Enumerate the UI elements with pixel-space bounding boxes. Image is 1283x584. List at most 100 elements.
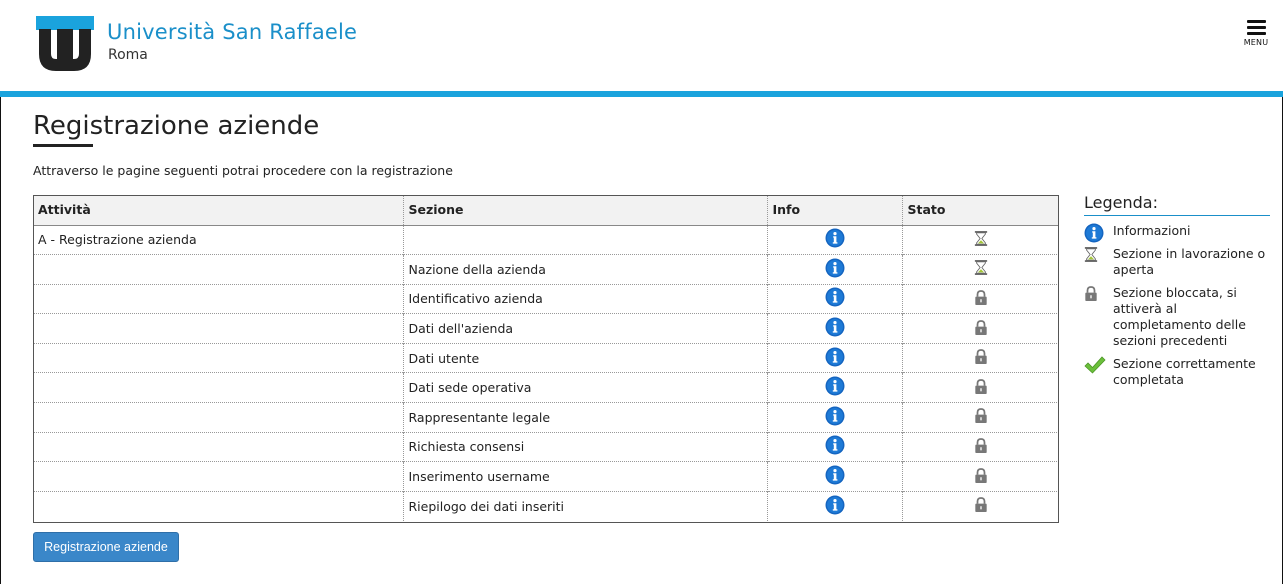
cell-stato xyxy=(901,461,1059,492)
cell-sezione: Rappresentante legale xyxy=(402,402,767,433)
info-icon[interactable] xyxy=(825,347,845,370)
legend-item: Sezione bloccata, si attiverà al complet… xyxy=(1084,285,1270,349)
cell-info xyxy=(766,283,902,314)
intro-text: Attraverso le pagine seguenti potrai pro… xyxy=(33,163,453,178)
legend-title: Legenda: xyxy=(1084,193,1270,216)
cell-info xyxy=(766,342,902,373)
cell-attivita xyxy=(33,372,403,403)
header-accent-bar xyxy=(0,91,1283,97)
cell-sezione: Inserimento username xyxy=(402,461,767,492)
table-row: Dati utente xyxy=(33,342,1059,373)
cell-stato xyxy=(901,490,1059,521)
lock-icon xyxy=(974,319,988,339)
legend-item-label: Sezione in lavorazione o aperta xyxy=(1113,246,1266,277)
cell-sezione: Dati sede operativa xyxy=(402,372,767,403)
info-icon[interactable] xyxy=(825,495,845,518)
info-icon[interactable] xyxy=(825,317,845,340)
registration-steps-table: Attività Sezione Info Stato A - Registra… xyxy=(33,195,1059,521)
cell-stato xyxy=(901,313,1059,344)
hourglass-icon xyxy=(974,230,988,250)
hamburger-icon xyxy=(1246,20,1266,35)
cell-info xyxy=(766,254,902,285)
legend-item: Sezione correttamente completata xyxy=(1084,356,1270,388)
cell-attivita xyxy=(33,254,403,285)
cell-info xyxy=(766,490,902,521)
cell-info xyxy=(766,461,902,492)
cell-sezione: Richiesta consensi xyxy=(402,431,767,462)
info-icon[interactable] xyxy=(825,435,845,458)
university-logo-icon[interactable] xyxy=(36,16,94,72)
cell-info xyxy=(766,225,902,255)
table-row: Riepilogo dei dati inseriti xyxy=(33,490,1059,521)
table-row: Inserimento username xyxy=(33,461,1059,492)
table-row: Identificativo azienda xyxy=(33,283,1059,314)
table-row: Nazione della azienda xyxy=(33,254,1059,285)
cell-stato xyxy=(901,225,1059,255)
info-icon[interactable] xyxy=(825,287,845,310)
registrazione-aziende-button[interactable]: Registrazione aziende xyxy=(33,532,179,562)
cell-info xyxy=(766,313,902,344)
cell-attivita xyxy=(33,431,403,462)
info-icon[interactable] xyxy=(825,406,845,429)
cell-attivita: A - Registrazione azienda xyxy=(38,232,197,248)
lock-icon xyxy=(974,496,988,516)
cell-attivita xyxy=(33,283,403,314)
checkmark-icon xyxy=(1084,356,1106,378)
lock-icon xyxy=(974,289,988,309)
legend-item-label: Sezione correttamente completata xyxy=(1113,356,1256,387)
legend-panel: Legenda: Informazioni Sezione in lavorazi… xyxy=(1084,193,1270,388)
cell-sezione: Dati utente xyxy=(402,342,767,373)
cell-stato xyxy=(901,283,1059,314)
hourglass-icon xyxy=(974,259,988,279)
table-row: Richiesta consensi xyxy=(33,431,1059,462)
info-icon[interactable] xyxy=(825,258,845,281)
info-icon[interactable] xyxy=(825,228,845,251)
cell-attivita xyxy=(33,342,403,373)
cell-info xyxy=(766,431,902,462)
cell-sezione: Dati dell'azienda xyxy=(402,313,767,344)
cell-info xyxy=(766,372,902,403)
cell-sezione xyxy=(402,225,767,255)
legend-item: Informazioni xyxy=(1084,223,1270,243)
table-row: Dati dell'azienda xyxy=(33,313,1059,344)
page-title: Registrazione aziende xyxy=(33,111,320,141)
brand-name[interactable]: Università San Raffaele xyxy=(107,20,357,44)
lock-icon xyxy=(1084,285,1098,306)
cell-stato xyxy=(901,342,1059,373)
cell-attivita xyxy=(33,402,403,433)
lock-icon xyxy=(974,378,988,398)
cell-sezione: Nazione della azienda xyxy=(402,254,767,285)
cell-sezione: Riepilogo dei dati inseriti xyxy=(402,490,767,521)
legend-item-label: Informazioni xyxy=(1113,223,1191,238)
lock-icon xyxy=(974,348,988,368)
column-header-info: Info xyxy=(766,195,902,226)
menu-button[interactable]: MENU xyxy=(1238,20,1274,60)
menu-label: MENU xyxy=(1243,38,1269,47)
cell-sezione: Identificativo azienda xyxy=(402,283,767,314)
table-row: A - Registrazione azienda xyxy=(33,225,1059,255)
site-header: Università San Raffaele Roma MENU xyxy=(0,0,1283,91)
lock-icon xyxy=(974,437,988,457)
info-icon[interactable] xyxy=(825,465,845,488)
cell-info xyxy=(766,402,902,433)
cell-stato xyxy=(901,254,1059,285)
table-header-row: Attività Sezione Info Stato xyxy=(33,195,1059,226)
column-header-sezione: Sezione xyxy=(402,195,767,226)
info-icon[interactable] xyxy=(825,376,845,399)
lock-icon xyxy=(974,467,988,487)
brand-city: Roma xyxy=(108,47,148,63)
title-underline xyxy=(33,144,93,147)
column-header-stato: Stato xyxy=(901,195,1059,226)
cell-attivita xyxy=(33,490,403,521)
table-row: Rappresentante legale xyxy=(33,402,1059,433)
cell-attivita xyxy=(33,313,403,344)
legend-item-label: Sezione bloccata, si attiverà al complet… xyxy=(1113,285,1246,348)
lock-icon xyxy=(974,407,988,427)
cell-attivita xyxy=(33,461,403,492)
cell-stato xyxy=(901,372,1059,403)
column-header-attivita: Attività xyxy=(33,195,403,226)
cell-stato xyxy=(901,402,1059,433)
table-row: Dati sede operativa xyxy=(33,372,1059,403)
cell-stato xyxy=(901,431,1059,462)
hourglass-icon xyxy=(1084,246,1098,267)
